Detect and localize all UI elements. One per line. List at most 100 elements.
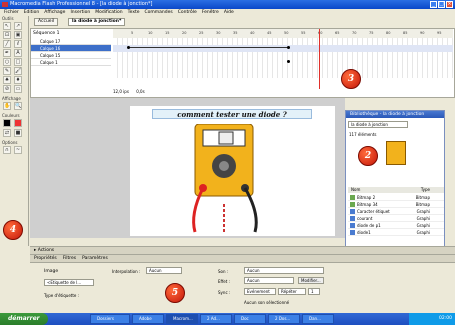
- frame-tick-label: 30: [216, 31, 221, 35]
- frame-tick-label: 90: [420, 31, 425, 35]
- callout-badge-3: 3: [341, 69, 361, 89]
- taskbar-item[interactable]: Adobe: [132, 314, 164, 324]
- menu-insertion[interactable]: Insertion: [70, 9, 90, 16]
- bitmap-icon: [350, 195, 355, 200]
- edit-button[interactable]: Modifier...: [298, 277, 324, 284]
- fill-transform-icon[interactable]: ▣: [14, 31, 22, 39]
- tab-document[interactable]: la diode à jonction*: [68, 18, 126, 26]
- library-item[interactable]: Bitmap 2 Bitmap: [348, 194, 444, 201]
- hand-tool-icon[interactable]: ✋: [3, 102, 11, 110]
- column-type-header[interactable]: Type: [421, 187, 430, 193]
- taskbar-item[interactable]: 2 Dos...: [268, 314, 300, 324]
- taskbar-item[interactable]: Dan...: [302, 314, 334, 324]
- library-document-select[interactable]: la diode à jonction: [348, 121, 408, 128]
- zoom-tool-icon[interactable]: 🔍: [14, 102, 22, 110]
- callout-badge-4: 4: [3, 220, 23, 240]
- timeline-panel: Séquence 1 100% 510152025303540455055606…: [30, 28, 455, 98]
- taskbar-item[interactable]: Dossiers: [90, 314, 130, 324]
- free-transform-icon[interactable]: ⊡: [3, 31, 11, 39]
- tab-parameters[interactable]: Paramètres: [82, 255, 108, 262]
- sound-select[interactable]: Aucun: [244, 267, 324, 274]
- arrow-tool-icon[interactable]: ↖: [3, 22, 11, 30]
- interpolation-select[interactable]: Aucun: [146, 267, 182, 274]
- stage-title: comment tester une diode ?: [152, 109, 312, 119]
- menu-affichage[interactable]: Affichage: [44, 9, 65, 16]
- item-name: Bitmap 2: [357, 195, 376, 200]
- library-item[interactable]: Caracter étiquet Graphi: [348, 208, 444, 215]
- keyframe-dot[interactable]: [127, 46, 130, 49]
- lasso-tool-icon[interactable]: ℓ: [14, 40, 22, 48]
- keyframe-dot[interactable]: [287, 46, 290, 49]
- snap-magnet-icon[interactable]: ∩: [3, 146, 11, 154]
- pen-tool-icon[interactable]: ✒: [3, 49, 11, 57]
- library-item[interactable]: diode1 Graphi: [348, 229, 444, 236]
- menu-texte[interactable]: Texte: [128, 9, 140, 16]
- maximize-button[interactable]: □: [438, 1, 445, 8]
- item-type: Graphi: [416, 216, 430, 221]
- menu-fichier[interactable]: Fichier: [4, 9, 19, 16]
- smooth-option-icon[interactable]: ~: [14, 146, 22, 154]
- frame-tick-label: 45: [267, 31, 272, 35]
- actions-panel-header[interactable]: ▸ Actions: [30, 247, 455, 255]
- taskbar-item[interactable]: 2 Ad...: [200, 314, 232, 324]
- scene-label[interactable]: Séquence 1: [33, 30, 60, 37]
- stage-canvas[interactable]: comment tester une diode ?: [130, 106, 335, 236]
- document-tab-bar: Accueil la diode à jonction*: [30, 16, 455, 28]
- frame-tick-label: 25: [199, 31, 204, 35]
- subselect-tool-icon[interactable]: ↗: [14, 22, 22, 30]
- default-colors-icon[interactable]: ■: [14, 129, 22, 137]
- library-column-header: Nom Type: [348, 187, 444, 193]
- repeat-count-input[interactable]: 1: [308, 288, 320, 295]
- menu-edition[interactable]: Edition: [24, 9, 40, 16]
- layer-row[interactable]: Calque 17: [31, 38, 111, 45]
- library-item[interactable]: courant Graphi: [348, 215, 444, 222]
- frame-label-input[interactable]: <Etiquette de l...: [44, 279, 94, 286]
- start-button[interactable]: démarrer: [0, 313, 48, 325]
- swap-colors-icon[interactable]: ⇄: [3, 129, 11, 137]
- minimize-button[interactable]: _: [430, 1, 437, 8]
- frame-tick-label: 40: [250, 31, 255, 35]
- layer-row-selected[interactable]: Calque 16: [31, 45, 111, 52]
- tab-properties[interactable]: Propriétés: [34, 255, 57, 262]
- taskbar-item-active[interactable]: Macrom...: [166, 314, 198, 324]
- close-button[interactable]: ×: [446, 1, 453, 8]
- layer-row[interactable]: Calque 15: [31, 52, 111, 59]
- no-sound-text: Aucun son sélectionné: [244, 300, 290, 305]
- column-name-header[interactable]: Nom: [348, 187, 360, 192]
- effect-select[interactable]: Aucun: [244, 277, 294, 284]
- eyedropper-icon[interactable]: ⊘: [3, 85, 11, 93]
- keyframe-dot[interactable]: [287, 60, 290, 63]
- effect-label: Effet :: [218, 279, 230, 284]
- sync-select[interactable]: Evénement: [244, 288, 276, 295]
- callout-badge-5: 5: [165, 283, 185, 303]
- oval-tool-icon[interactable]: ○: [3, 58, 11, 66]
- taskbar-item[interactable]: Doc: [234, 314, 266, 324]
- ink-bottle-icon[interactable]: ♠: [3, 76, 11, 84]
- playhead[interactable]: [319, 29, 320, 89]
- tab-start-page[interactable]: Accueil: [34, 18, 59, 26]
- brush-tool-icon[interactable]: 🖌: [14, 67, 22, 75]
- layer-row[interactable]: Calque 1: [31, 59, 111, 66]
- tab-filters[interactable]: Filtres: [63, 255, 76, 262]
- menu-aide[interactable]: Aide: [224, 9, 234, 16]
- paint-bucket-icon[interactable]: ♦: [14, 76, 22, 84]
- text-tool-icon[interactable]: A: [14, 49, 22, 57]
- eraser-icon[interactable]: ▭: [14, 85, 22, 93]
- item-type: Bitmap: [415, 195, 430, 200]
- item-type: Graphi: [416, 223, 430, 228]
- fill-color-swatch[interactable]: [14, 119, 22, 127]
- menu-modification[interactable]: Modification: [95, 9, 122, 16]
- interpolation-label: Interpolation :: [112, 269, 141, 274]
- menu-commandes[interactable]: Commandes: [145, 9, 173, 16]
- library-item[interactable]: diode de p1 Graphi: [348, 222, 444, 229]
- pencil-tool-icon[interactable]: ✎: [3, 67, 11, 75]
- line-tool-icon[interactable]: ╱: [3, 40, 11, 48]
- menu-controle[interactable]: Contrôle: [178, 9, 197, 16]
- rectangle-tool-icon[interactable]: □: [14, 58, 22, 66]
- library-item[interactable]: Bitmap 34 Bitmap: [348, 201, 444, 208]
- frame-grid[interactable]: [113, 38, 453, 78]
- menu-fenetre[interactable]: Fenêtre: [202, 9, 219, 16]
- repeat-select[interactable]: Répéter: [278, 288, 306, 295]
- stroke-color-swatch[interactable]: [3, 119, 11, 127]
- menu-bar: Fichier Edition Affichage Insertion Modi…: [0, 9, 455, 16]
